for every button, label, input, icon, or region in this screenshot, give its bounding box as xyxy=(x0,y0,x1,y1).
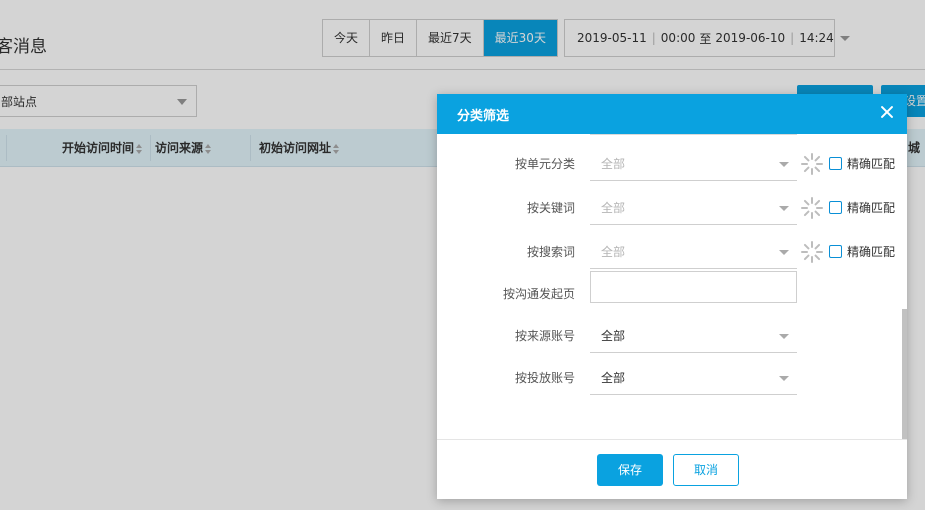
modal-header: 分类筛选 xyxy=(437,94,907,134)
chevron-down-icon xyxy=(779,206,789,211)
select-value: 全部 xyxy=(601,157,626,171)
entry-page-input[interactable] xyxy=(590,271,797,303)
unit-select[interactable]: 全部 xyxy=(590,147,797,181)
select-value: 全部 xyxy=(601,245,626,259)
filter-row-entry-page: 按沟通发起页 xyxy=(437,271,897,311)
close-icon[interactable] xyxy=(877,102,897,122)
exact-match-checkbox[interactable] xyxy=(829,157,842,170)
exact-match-checkbox[interactable] xyxy=(829,201,842,214)
modal-footer: 保存 取消 xyxy=(437,439,907,499)
exact-match-label: 精确匹配 xyxy=(847,245,896,259)
modal-title: 分类筛选 xyxy=(457,109,510,124)
chevron-down-icon xyxy=(779,250,789,255)
select-value: 全部 xyxy=(601,371,626,385)
exact-match-label: 精确匹配 xyxy=(847,201,896,215)
filter-modal: 分类筛选 按单元分类 全部 精确匹配 按关键词 全部 精确匹配 按搜索词 全部 … xyxy=(437,94,907,499)
search-term-select[interactable]: 全部 xyxy=(590,235,797,269)
select-value: 全部 xyxy=(601,329,626,343)
scrollbar[interactable] xyxy=(902,309,907,439)
filter-label: 按搜索词 xyxy=(526,245,575,259)
exact-match-checkbox[interactable] xyxy=(829,245,842,258)
select-value: 全部 xyxy=(601,201,626,215)
keyword-select[interactable]: 全部 xyxy=(590,191,797,225)
chevron-down-icon xyxy=(779,334,789,339)
filter-row-source-account: 按来源账号 全部 xyxy=(437,319,897,353)
chevron-down-icon xyxy=(779,162,789,167)
filter-label: 按单元分类 xyxy=(514,157,575,171)
field-divider xyxy=(590,134,797,135)
filter-label: 按沟通发起页 xyxy=(502,287,575,301)
filter-row-ad-account: 按投放账号 全部 xyxy=(437,361,897,395)
modal-body: 按单元分类 全部 精确匹配 按关键词 全部 精确匹配 按搜索词 全部 精确匹配 … xyxy=(437,134,907,439)
filter-row-keyword: 按关键词 全部 精确匹配 xyxy=(437,191,897,225)
chevron-down-icon xyxy=(779,376,789,381)
exact-match-label: 精确匹配 xyxy=(847,157,896,171)
source-account-select[interactable]: 全部 xyxy=(590,319,797,353)
filter-label: 按来源账号 xyxy=(514,329,575,343)
filter-row-unit: 按单元分类 全部 精确匹配 xyxy=(437,147,897,181)
filter-label: 按关键词 xyxy=(526,201,575,215)
ad-account-select[interactable]: 全部 xyxy=(590,361,797,395)
loading-spinner-icon xyxy=(800,196,824,220)
loading-spinner-icon xyxy=(800,240,824,264)
loading-spinner-icon xyxy=(800,152,824,176)
filter-label: 按投放账号 xyxy=(514,371,575,385)
cancel-button[interactable]: 取消 xyxy=(673,454,739,486)
filter-row-search-term: 按搜索词 全部 精确匹配 xyxy=(437,235,897,269)
save-button[interactable]: 保存 xyxy=(597,454,663,486)
